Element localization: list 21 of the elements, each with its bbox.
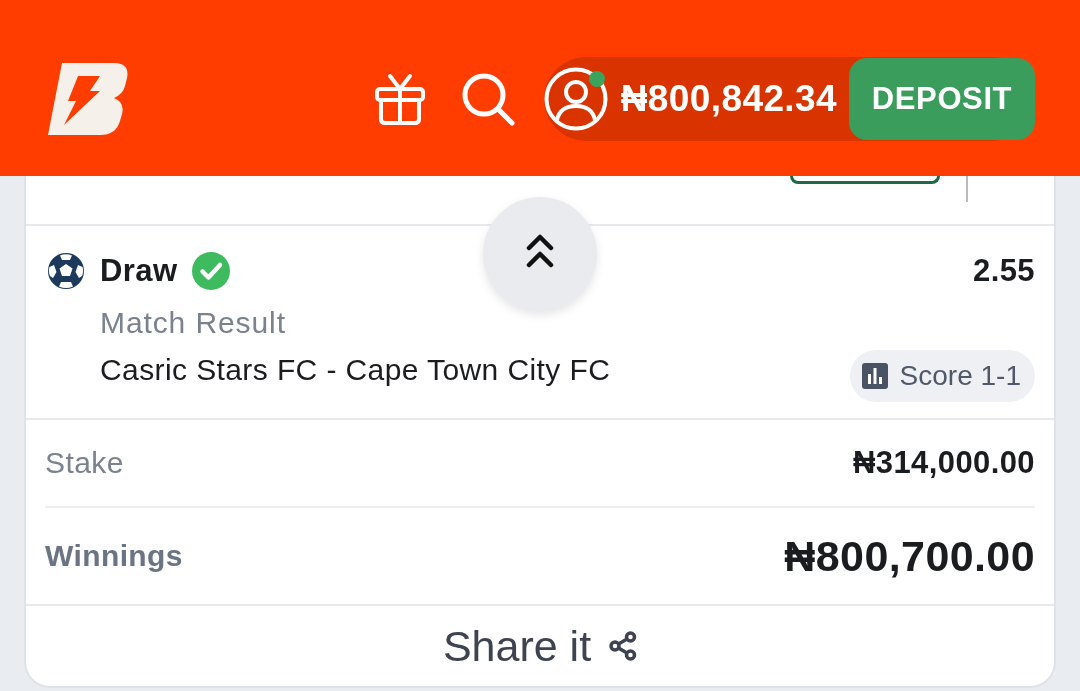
share-icon [609, 631, 638, 661]
summary-label: Winnings [45, 539, 183, 573]
score-button[interactable]: Score 1-1 [849, 350, 1035, 402]
search-icon[interactable] [461, 72, 515, 126]
share-button[interactable]: Share it [442, 621, 638, 671]
gift-icon[interactable] [374, 73, 425, 125]
pick-label: Draw [100, 253, 178, 289]
summary-value: ₦800,700.00 [784, 531, 1035, 581]
logo-icon[interactable] [48, 63, 128, 135]
soccer-ball-icon [47, 252, 85, 290]
double-chevron-up-icon [526, 232, 554, 270]
clipped-button[interactable] [790, 176, 940, 184]
balance-amount: ₦800,842.34 [620, 78, 837, 120]
summary-label: Stake [45, 446, 124, 480]
deposit-button[interactable]: DEPOSIT [849, 58, 1035, 140]
odds-value: 2.55 [973, 252, 1035, 290]
bar-chart-icon [861, 363, 888, 389]
summary-value: ₦314,000.00 [853, 445, 1035, 481]
user-icon[interactable] [543, 67, 608, 131]
match-name: Casric Stars FC - Cape Town City FC [100, 352, 611, 388]
market-label: Match Result [100, 305, 286, 341]
